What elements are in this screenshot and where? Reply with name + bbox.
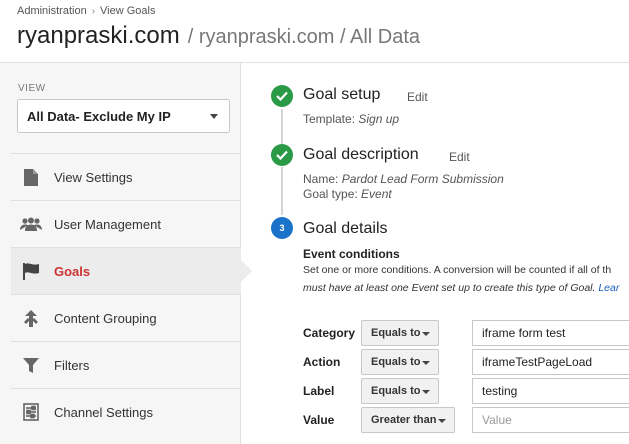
view-selector[interactable]: All Data- Exclude My IP [17, 99, 230, 133]
condition-label-category: Category [303, 326, 356, 340]
sidebar-item-label: View Settings [54, 169, 133, 185]
chevron-down-icon [422, 390, 430, 394]
category-operator-dropdown[interactable]: Equals to [361, 320, 439, 346]
sidebar-item-label: Goals [54, 263, 91, 279]
step-number-badge: 3 [271, 217, 293, 239]
help-text: must have at least one Event set up to c… [303, 282, 596, 294]
sidebar-item-label: Channel Settings [54, 404, 154, 420]
flag-icon [20, 260, 42, 282]
condition-label-label: Label [303, 384, 335, 398]
goal-description-title: Goal description [303, 146, 419, 163]
sidebar-nav: View Settings User Management Goals Cont… [11, 153, 252, 435]
event-conditions-help-2: must have at least one Event set up to c… [303, 282, 619, 294]
goal-setup-edit-link[interactable]: Edit [407, 90, 428, 104]
sidebar: VIEW All Data- Exclude My IP View Settin… [0, 63, 252, 444]
sidebar-item-goals[interactable]: Goals [11, 247, 252, 294]
goal-template-detail: Template: Sign up [303, 112, 399, 126]
breadcrumb: Administration › View Goals [17, 5, 155, 17]
step-connector [281, 167, 283, 215]
funnel-icon [20, 354, 42, 376]
view-path: / ryanpraski.com / All Data [187, 26, 421, 48]
breadcrumb-administration-link[interactable]: Administration [17, 5, 87, 17]
event-conditions-heading: Event conditions [303, 247, 400, 261]
goal-name-value: Pardot Lead Form Submission [341, 172, 504, 186]
goal-type-value: Event [361, 187, 392, 201]
step-connector [281, 109, 283, 145]
chevron-down-icon [438, 419, 446, 423]
condition-label-action: Action [303, 355, 341, 369]
operator-value: Equals to [371, 327, 421, 339]
detail-key: Template: [303, 112, 356, 126]
label-value-input[interactable]: testing [472, 378, 629, 404]
action-value-input[interactable]: iframeTestPageLoad [472, 349, 629, 375]
checkmark-icon [271, 144, 293, 166]
sidebar-item-user-management[interactable]: User Management [11, 200, 241, 247]
chevron-down-icon [422, 332, 430, 336]
operator-value: Equals to [371, 356, 421, 368]
sidebar-item-filters[interactable]: Filters [11, 341, 241, 388]
chevron-down-icon [210, 114, 218, 119]
checkmark-icon [271, 85, 293, 107]
goal-setup-title: Goal setup [303, 86, 381, 103]
template-value: Sign up [358, 112, 400, 126]
view-label: VIEW [18, 83, 46, 94]
goal-name-detail: Name: Pardot Lead Form Submission [303, 172, 504, 186]
sliders-icon [20, 401, 42, 423]
breadcrumb-separator: › [91, 5, 96, 17]
condition-label-value: Value [303, 413, 335, 427]
operator-value: Equals to [371, 385, 421, 397]
value-operator-dropdown[interactable]: Greater than [361, 407, 455, 433]
sidebar-item-content-grouping[interactable]: Content Grouping [11, 294, 241, 341]
label-operator-dropdown[interactable]: Equals to [361, 378, 439, 404]
learn-more-link[interactable]: Lear [598, 282, 619, 294]
value-value-input[interactable]: Value [472, 407, 629, 433]
content-grouping-icon [20, 307, 42, 329]
action-operator-dropdown[interactable]: Equals to [361, 349, 439, 375]
category-value-input[interactable]: iframe form test [472, 320, 629, 346]
view-selector-value: All Data- Exclude My IP [27, 108, 171, 124]
goal-type-detail: Goal type: Event [303, 187, 392, 201]
operator-value: Greater than [371, 414, 437, 426]
event-conditions-help: Set one or more conditions. A conversion… [303, 264, 612, 276]
sidebar-item-view-settings[interactable]: View Settings [11, 153, 241, 200]
goal-details-title: Goal details [303, 220, 388, 237]
property-name: ryanpraski.com [17, 22, 180, 49]
goal-description-edit-link[interactable]: Edit [449, 150, 470, 164]
users-icon [20, 213, 42, 235]
sidebar-item-label: Content Grouping [54, 310, 157, 326]
document-icon [20, 166, 42, 188]
breadcrumb-current: View Goals [100, 5, 156, 17]
sidebar-item-label: User Management [54, 216, 161, 232]
detail-key: Goal type: [303, 187, 358, 201]
chevron-down-icon [422, 361, 430, 365]
sidebar-item-label: Filters [54, 357, 90, 373]
detail-key: Name: [303, 172, 339, 186]
page-title: ryanpraski.com / ryanpraski.com / All Da… [17, 22, 420, 50]
goal-editor: Goal setup Edit Template: Sign up Goal d… [242, 63, 629, 444]
sidebar-item-channel-settings[interactable]: Channel Settings [11, 388, 241, 435]
